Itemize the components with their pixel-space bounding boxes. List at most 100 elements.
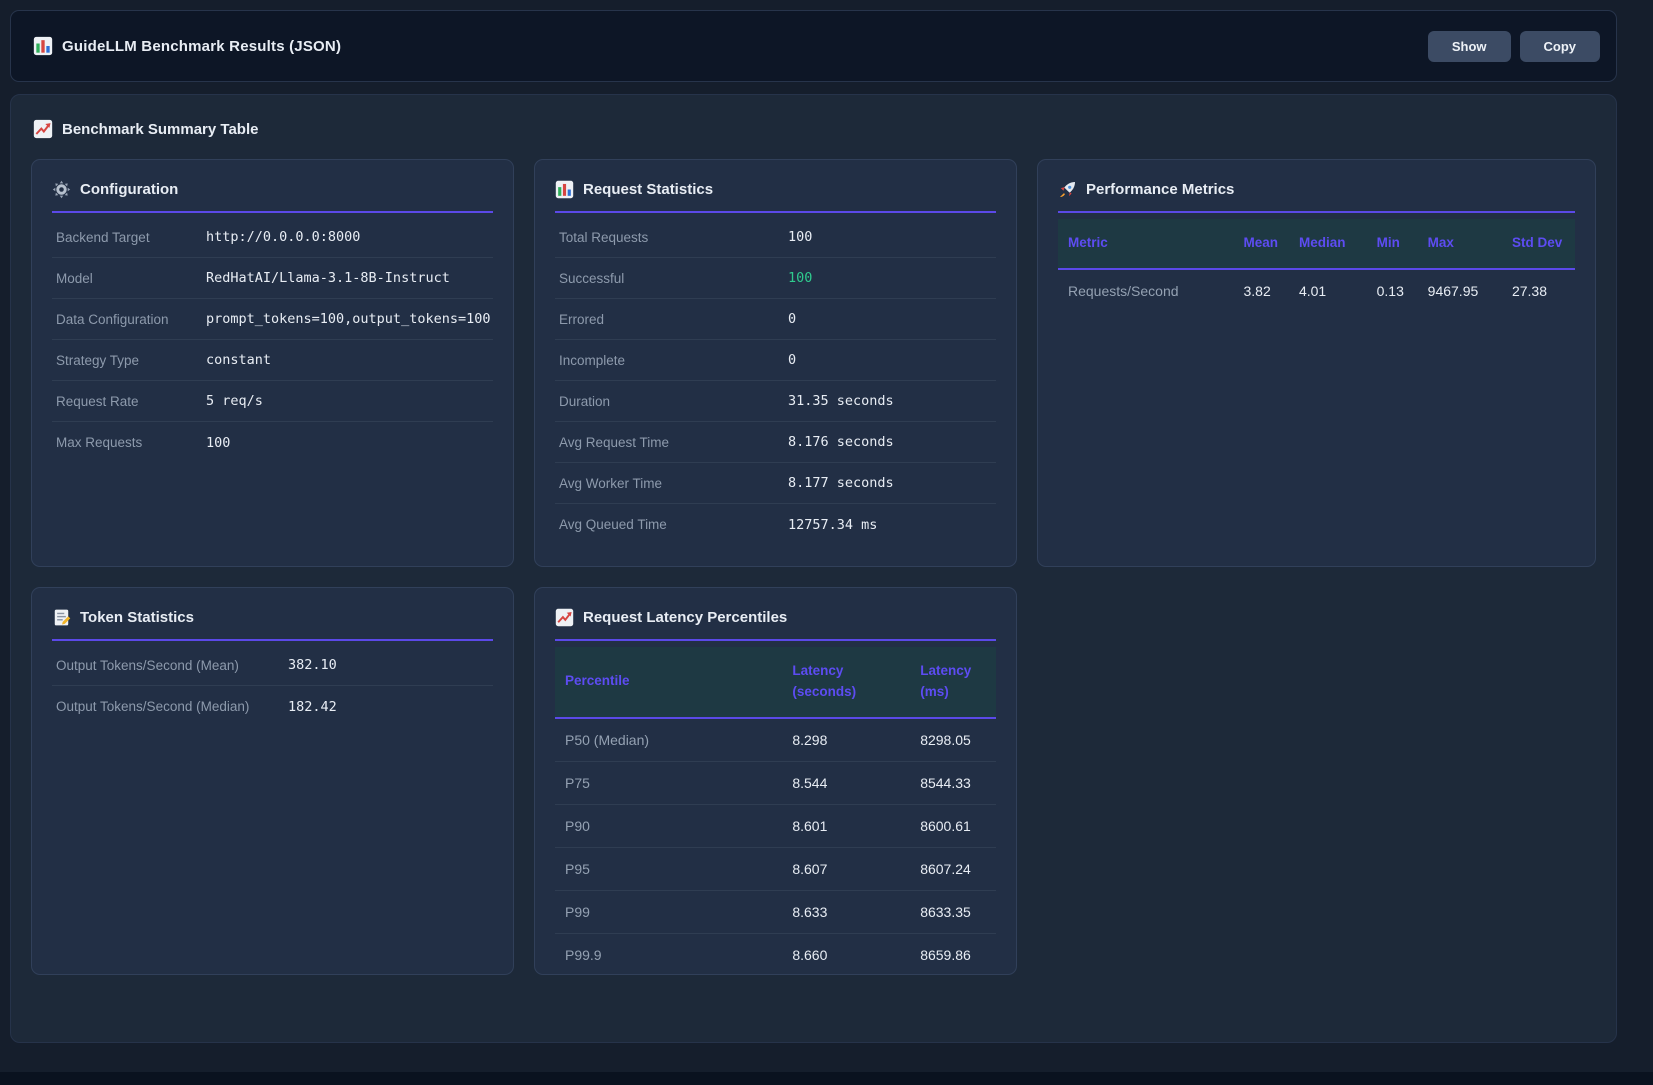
config-label: Data Configuration: [56, 312, 206, 327]
token-stat-label: Output Tokens/Second (Mean): [56, 658, 288, 673]
stat-label: Avg Worker Time: [559, 476, 788, 491]
latency-percentiles-card: Request Latency Percentiles Percentile L…: [534, 587, 1017, 975]
stat-row: Errored 0: [555, 299, 996, 340]
memo-icon: [52, 608, 71, 627]
token-stat-row: Output Tokens/Second (Median) 182.42: [52, 686, 493, 727]
percentile-name: P99: [555, 890, 784, 933]
gear-icon: [52, 180, 71, 199]
performance-table-body: Requests/Second 3.82 4.01 0.13 9467.95 2…: [1058, 269, 1575, 312]
col-header-max: Max: [1420, 219, 1504, 269]
stat-label: Total Requests: [559, 230, 788, 245]
stat-label: Incomplete: [559, 353, 788, 368]
latency-ms: 8633.35: [912, 890, 996, 933]
show-button[interactable]: Show: [1428, 31, 1511, 62]
config-label: Request Rate: [56, 394, 206, 409]
request-statistics-card-title: Request Statistics: [555, 180, 996, 213]
metric-min: 0.13: [1369, 269, 1420, 312]
latency-seconds: 8.633: [784, 890, 912, 933]
config-row: Strategy Type constant: [52, 340, 493, 381]
stat-row: Total Requests 100: [555, 217, 996, 258]
col-header-min: Min: [1369, 219, 1420, 269]
metric-std-dev: 27.38: [1504, 269, 1575, 312]
performance-table-header-row: Metric Mean Median Min Max Std Dev: [1058, 219, 1575, 269]
latency-seconds: 8.607: [784, 847, 912, 890]
stat-label: Duration: [559, 394, 788, 409]
metric-median: 4.01: [1291, 269, 1369, 312]
config-row: Backend Target http://0.0.0.0:8000: [52, 217, 493, 258]
section-heading: Benchmark Summary Table: [33, 119, 1596, 139]
bar-chart-icon: [33, 36, 53, 56]
token-statistics-card: Token Statistics Output Tokens/Second (M…: [31, 587, 514, 975]
token-statistics-list: Output Tokens/Second (Mean) 382.10 Outpu…: [52, 645, 493, 727]
latency-table-header-row: Percentile Latency (seconds) Latency (ms…: [555, 647, 996, 718]
latency-ms: 8544.33: [912, 761, 996, 804]
section-title: Benchmark Summary Table: [62, 121, 258, 138]
stat-row: Duration 31.35 seconds: [555, 381, 996, 422]
latency-table-row: P50 (Median) 8.298 8298.05: [555, 718, 996, 762]
request-statistics-list: Total Requests 100 Successful 100 Errore…: [555, 217, 996, 545]
token-stat-row: Output Tokens/Second (Mean) 382.10: [52, 645, 493, 686]
latency-seconds: 8.660: [784, 933, 912, 975]
performance-metrics-card-title: Performance Metrics: [1058, 180, 1575, 213]
metric-name: Requests/Second: [1058, 269, 1236, 312]
performance-metrics-table: Metric Mean Median Min Max Std Dev Reque…: [1058, 219, 1575, 312]
main-panel: Benchmark Summary Table Configuration Ba…: [10, 94, 1617, 1043]
config-label: Max Requests: [56, 435, 206, 450]
config-row: Model RedHatAI/Llama-3.1-8B-Instruct: [52, 258, 493, 299]
stat-label: Avg Request Time: [559, 435, 788, 450]
col-header-std-dev: Std Dev: [1504, 219, 1575, 269]
latency-table-row: P90 8.601 8600.61: [555, 804, 996, 847]
config-value: constant: [206, 352, 271, 368]
configuration-card: Configuration Backend Target http://0.0.…: [31, 159, 514, 567]
latency-percentiles-table: Percentile Latency (seconds) Latency (ms…: [555, 647, 996, 975]
rocket-icon: [1058, 180, 1077, 199]
config-value: http://0.0.0.0:8000: [206, 229, 360, 245]
latency-ms: 8607.24: [912, 847, 996, 890]
token-stat-value: 182.42: [288, 699, 337, 715]
col-header-latency-seconds: Latency (seconds): [784, 647, 912, 718]
copy-button[interactable]: Copy: [1520, 31, 1601, 62]
percentile-name: P50 (Median): [555, 718, 784, 762]
header-bar: GuideLLM Benchmark Results (JSON) Show C…: [10, 10, 1617, 82]
request-statistics-card: Request Statistics Total Requests 100 Su…: [534, 159, 1017, 567]
col-header-metric: Metric: [1058, 219, 1236, 269]
latency-percentiles-card-title: Request Latency Percentiles: [555, 608, 996, 641]
latency-table-body: P50 (Median) 8.298 8298.05 P75 8.544 854…: [555, 718, 996, 975]
latency-table-row: P99 8.633 8633.35: [555, 890, 996, 933]
config-value: RedHatAI/Llama-3.1-8B-Instruct: [206, 270, 450, 286]
chart-increasing-icon: [33, 119, 53, 139]
stat-value: 0: [788, 352, 796, 368]
bottom-strip: [0, 1072, 1653, 1085]
stat-label: Errored: [559, 312, 788, 327]
config-row: Data Configuration prompt_tokens=100,out…: [52, 299, 493, 340]
percentile-name: P99.9: [555, 933, 784, 975]
config-row: Max Requests 100: [52, 422, 493, 463]
latency-table-row: P99.9 8.660 8659.86: [555, 933, 996, 975]
latency-seconds: 8.601: [784, 804, 912, 847]
stat-value: 100: [788, 270, 812, 286]
stat-label: Avg Queued Time: [559, 517, 788, 532]
config-row: Request Rate 5 req/s: [52, 381, 493, 422]
latency-ms: 8298.05: [912, 718, 996, 762]
stat-value: 8.177 seconds: [788, 475, 894, 491]
performance-table-row: Requests/Second 3.82 4.01 0.13 9467.95 2…: [1058, 269, 1575, 312]
config-value: 5 req/s: [206, 393, 263, 409]
stat-value: 31.35 seconds: [788, 393, 894, 409]
configuration-card-title: Configuration: [52, 180, 493, 213]
latency-seconds: 8.544: [784, 761, 912, 804]
stat-value: 12757.34 ms: [788, 517, 877, 533]
config-value: prompt_tokens=100,output_tokens=100: [206, 311, 490, 327]
stat-row: Avg Queued Time 12757.34 ms: [555, 504, 996, 545]
chart-increasing-icon: [555, 608, 574, 627]
latency-ms: 8659.86: [912, 933, 996, 975]
stat-value: 0: [788, 311, 796, 327]
stat-row: Successful 100: [555, 258, 996, 299]
percentile-name: P90: [555, 804, 784, 847]
stat-row: Incomplete 0: [555, 340, 996, 381]
latency-seconds: 8.298: [784, 718, 912, 762]
metric-max: 9467.95: [1420, 269, 1504, 312]
col-header-mean: Mean: [1236, 219, 1291, 269]
stat-value: 100: [788, 229, 812, 245]
percentile-name: P75: [555, 761, 784, 804]
latency-ms: 8600.61: [912, 804, 996, 847]
